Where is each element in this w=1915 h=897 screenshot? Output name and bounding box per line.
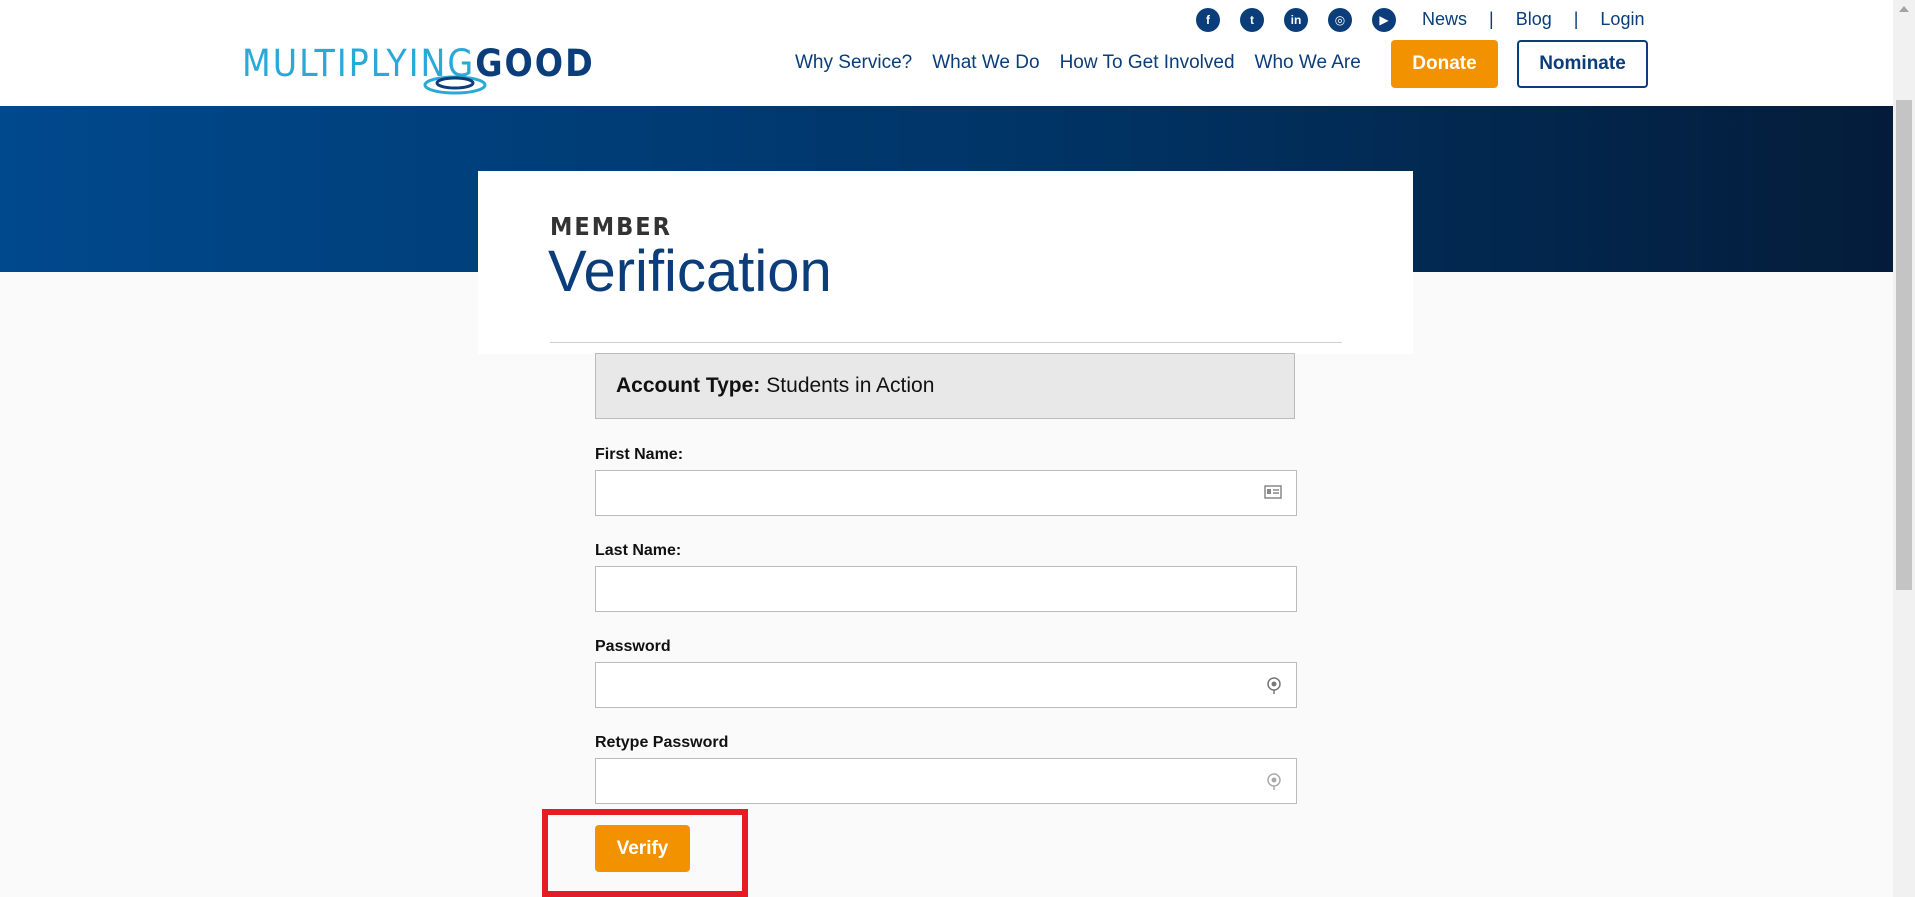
first-name-field-wrapper [595, 470, 1297, 516]
last-name-label: Last Name: [595, 542, 682, 559]
highlight-box [542, 809, 748, 897]
account-type-label: Account Type: [616, 374, 761, 397]
password-label: Password [595, 638, 671, 655]
last-name-field[interactable] [596, 567, 1296, 611]
password-field-wrapper [595, 662, 1297, 708]
retype-password-field[interactable] [596, 759, 1296, 803]
blog-link[interactable]: Blog [1516, 9, 1552, 30]
page-eyebrow: MEMBER [550, 212, 672, 241]
password-manager-icon[interactable] [1266, 676, 1282, 701]
linkedin-icon[interactable]: in [1284, 8, 1308, 32]
account-type-box: Account Type: Students in Action [595, 353, 1295, 419]
divider [550, 342, 1342, 343]
password-field[interactable] [596, 663, 1296, 707]
social-links: f t in ◎ ▶ [1196, 8, 1396, 32]
nav-who-we-are[interactable]: Who We Are [1255, 52, 1361, 74]
news-link[interactable]: News [1422, 9, 1467, 30]
separator: | [1573, 9, 1579, 29]
nominate-button[interactable]: Nominate [1517, 40, 1648, 88]
first-name-field[interactable] [596, 471, 1296, 515]
ripple-icon [423, 75, 487, 95]
site-header: MULTIPLYINGGOOD f t in ◎ ▶ News | Blog |… [0, 0, 1893, 106]
nav-what-we-do[interactable]: What We Do [932, 52, 1039, 74]
utility-links: News | Blog | Login [1422, 9, 1644, 30]
facebook-icon[interactable]: f [1196, 8, 1220, 32]
youtube-icon[interactable]: ▶ [1372, 8, 1396, 32]
multiplying-good-logo[interactable]: MULTIPLYINGGOOD [242, 42, 593, 96]
page-title: Verification [548, 239, 832, 304]
nav-how-to-get-involved[interactable]: How To Get Involved [1060, 52, 1235, 74]
donate-button[interactable]: Donate [1391, 40, 1498, 88]
instagram-icon[interactable]: ◎ [1328, 8, 1352, 32]
last-name-field-wrapper [595, 566, 1297, 612]
twitter-icon[interactable]: t [1240, 8, 1264, 32]
logo-text-dark: GOOD [475, 42, 595, 85]
scrollbar[interactable] [1893, 0, 1915, 897]
first-name-label: First Name: [595, 446, 684, 463]
scroll-up-icon[interactable] [1899, 6, 1909, 12]
retype-password-field-wrapper [595, 758, 1297, 804]
scrollbar-thumb[interactable] [1896, 100, 1912, 590]
nav-why-service[interactable]: Why Service? [795, 52, 912, 74]
account-type-value: Students in Action [766, 374, 935, 397]
separator: | [1489, 9, 1494, 29]
login-link[interactable]: Login [1600, 9, 1644, 30]
password-manager-icon[interactable] [1266, 772, 1282, 797]
retype-password-label: Retype Password [595, 734, 729, 751]
main-nav: Why Service? What We Do How To Get Invol… [795, 52, 1361, 74]
contact-card-icon[interactable] [1264, 484, 1282, 505]
